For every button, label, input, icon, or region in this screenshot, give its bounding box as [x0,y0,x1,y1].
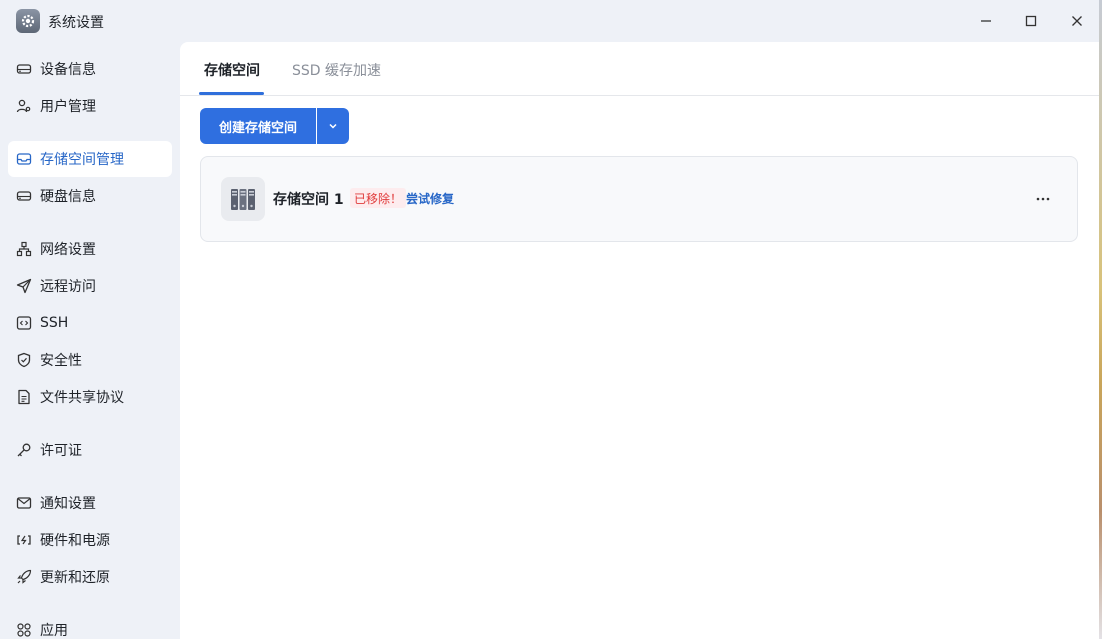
more-options-button[interactable] [1031,187,1055,211]
code-icon [16,315,32,331]
shield-icon [16,352,32,368]
sidebar-item-update-restore[interactable]: 更新和还原 [8,559,172,595]
sidebar-item-device-info[interactable]: 设备信息 [8,51,172,87]
close-button[interactable] [1066,10,1088,32]
tab-storage-space[interactable]: 存储空间 [204,60,260,96]
create-storage-button-group: 创建存储空间 [200,108,349,144]
mail-icon [16,495,32,511]
sidebar-item-user-management[interactable]: 用户管理 [8,88,172,124]
sidebar: 设备信息 用户管理 存储空间管理 硬盘信息 网络设置 远程访问 SSH 安全性 … [0,42,180,639]
sidebar-item-security[interactable]: 安全性 [8,342,172,378]
create-storage-button[interactable]: 创建存储空间 [200,108,316,144]
storage-pool-card[interactable]: 存储空间 1 已移除！ 尝试修复 [200,156,1078,242]
inbox-icon [16,151,32,167]
rocket-icon [16,569,32,585]
power-icon [16,532,32,548]
title-bar: 系统设置 [0,0,1102,42]
tab-ssd-cache[interactable]: SSD 缓存加速 [292,60,381,96]
drive-icon [16,61,32,77]
storage-pool-icon [221,177,265,221]
send-icon [16,278,32,294]
network-icon [16,241,32,257]
more-icon [1036,197,1050,201]
close-icon [1072,16,1082,26]
key-icon [16,442,32,458]
active-tab-indicator [199,92,264,95]
tab-bar: 存储空间 SSD 缓存加速 [180,42,1099,96]
create-storage-dropdown-button[interactable] [317,108,349,144]
sidebar-item-ssh[interactable]: SSH [8,305,172,341]
document-icon [16,389,32,405]
apps-icon [16,622,32,638]
status-badge: 已移除！ [350,188,407,208]
harddisk-icon [16,188,32,204]
try-repair-link[interactable]: 尝试修复 [406,188,454,208]
storage-pool-name: 存储空间 1 [273,192,344,208]
sidebar-item-apps[interactable]: 应用 [8,612,172,639]
minimize-button[interactable] [975,10,997,32]
sidebar-item-storage-management[interactable]: 存储空间管理 [8,141,172,177]
window-title: 系统设置 [48,15,104,31]
main-panel: 存储空间 SSD 缓存加速 创建存储空间 存储空间 1 已移除！ 尝试修复 [180,42,1099,639]
sidebar-item-file-sharing[interactable]: 文件共享协议 [8,379,172,415]
maximize-icon [1025,15,1037,27]
maximize-button[interactable] [1020,10,1042,32]
sidebar-item-hardware-power[interactable]: 硬件和电源 [8,522,172,558]
minimize-icon [981,20,991,22]
chevron-down-icon [329,123,337,129]
sidebar-item-remote-access[interactable]: 远程访问 [8,268,172,304]
sidebar-item-disk-info[interactable]: 硬盘信息 [8,178,172,214]
sidebar-item-notifications[interactable]: 通知设置 [8,485,172,521]
users-icon [16,98,32,114]
gear-icon [16,9,40,33]
sidebar-item-license[interactable]: 许可证 [8,432,172,468]
sidebar-item-network[interactable]: 网络设置 [8,231,172,267]
